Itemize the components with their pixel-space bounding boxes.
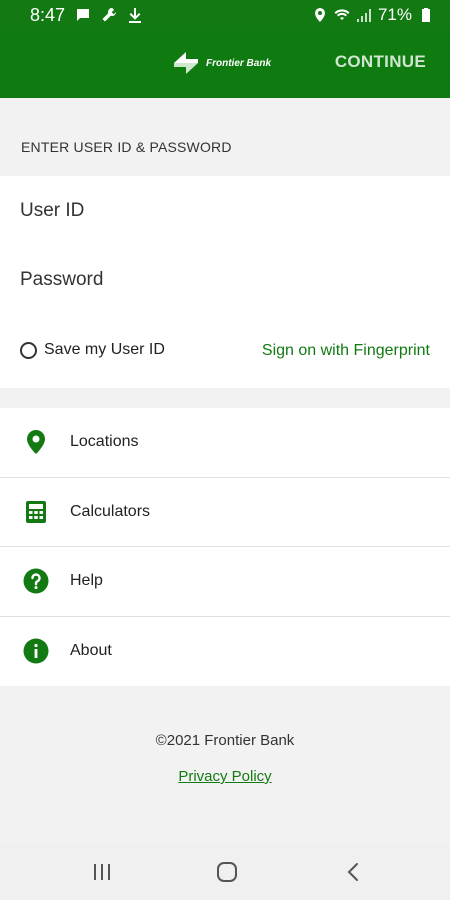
menu-item-help[interactable]: Help — [0, 547, 450, 617]
password-input[interactable] — [20, 260, 430, 300]
status-bar: 8:47 71% — [0, 0, 450, 30]
fingerprint-signon-link[interactable]: Sign on with Fingerprint — [262, 342, 430, 360]
home-icon[interactable] — [214, 859, 240, 885]
menu-label: Calculators — [70, 502, 151, 520]
app-bar: Frontier Bank CONTINUE — [0, 30, 450, 98]
message-icon — [77, 9, 90, 21]
logo-mark-icon — [174, 52, 198, 74]
section-title: ENTER USER ID & PASSWORD — [21, 139, 232, 155]
location-pin-icon — [22, 428, 50, 456]
recents-icon[interactable] — [89, 859, 115, 885]
menu-label: Locations — [70, 433, 139, 451]
wifi-icon — [334, 9, 350, 20]
info-icon — [22, 637, 50, 665]
save-user-id-radio[interactable] — [20, 341, 37, 359]
privacy-policy-link[interactable]: Privacy Policy — [0, 768, 450, 785]
menu-label: About — [70, 642, 112, 660]
download-icon — [129, 8, 142, 23]
help-icon — [22, 567, 50, 595]
login-section-header: ENTER USER ID & PASSWORD — [0, 98, 450, 176]
calculator-icon — [22, 498, 50, 526]
save-user-id-label: Save my User ID — [44, 341, 165, 358]
menu-item-locations[interactable]: Locations — [0, 408, 450, 478]
battery-icon — [422, 8, 430, 22]
status-time: 8:47 — [30, 4, 66, 25]
user-id-input[interactable] — [20, 191, 430, 231]
signal-icon — [356, 9, 371, 22]
menu-list: Locations Calculators Help About — [0, 408, 450, 686]
login-card: Save my User ID Sign on with Fingerprint — [0, 176, 450, 388]
location-status-icon — [314, 8, 325, 22]
menu-label: Help — [70, 572, 103, 590]
save-user-id-toggle[interactable]: Save my User ID — [20, 341, 165, 359]
frontier-bank-logo: Frontier Bank — [172, 50, 271, 76]
copyright-text: ©2021 Frontier Bank — [155, 732, 295, 749]
logo-text: Frontier Bank — [206, 57, 272, 69]
continue-button[interactable]: CONTINUE — [335, 52, 426, 72]
wrench-icon — [102, 8, 117, 22]
footer: ©2021 Frontier Bank Privacy Policy — [0, 686, 450, 843]
menu-item-calculators[interactable]: Calculators — [0, 478, 450, 547]
back-icon[interactable] — [341, 859, 367, 885]
menu-item-about[interactable]: About — [0, 617, 450, 687]
system-nav-bar — [0, 843, 450, 900]
battery-percent: 71% — [377, 5, 412, 24]
